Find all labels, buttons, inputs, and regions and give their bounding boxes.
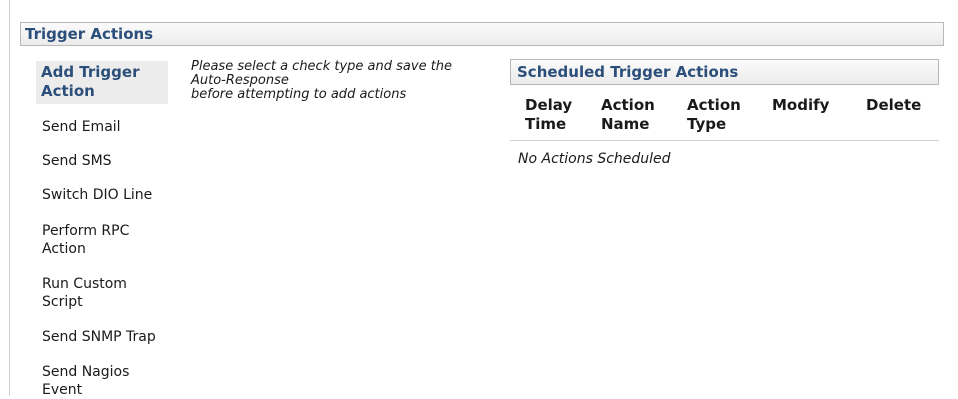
column-modify: Modify: [772, 96, 830, 114]
instruction-message: Please select a check type and save the …: [191, 60, 491, 102]
column-delay-time: Delay Time: [525, 96, 573, 133]
trigger-actions-header: Trigger Actions: [20, 22, 944, 46]
menu-item-send-snmp-trap[interactable]: Send SNMP Trap: [42, 328, 156, 346]
no-actions-message: No Actions Scheduled: [518, 151, 671, 167]
column-divider: [510, 140, 939, 141]
message-line-1: Please select a check type and save the: [191, 59, 453, 74]
add-trigger-header: Add Trigger Action: [36, 61, 168, 104]
scheduled-title: Scheduled Trigger Actions: [517, 63, 739, 81]
scheduled-actions-header: Scheduled Trigger Actions: [510, 59, 939, 85]
add-trigger-menu: Add Trigger Action: [36, 61, 168, 104]
message-line-2: Auto-Response: [191, 73, 289, 88]
menu-item-send-nagios-event[interactable]: Send Nagios Event: [42, 363, 152, 399]
column-delete: Delete: [866, 96, 922, 114]
menu-item-run-custom-script[interactable]: Run Custom Script: [42, 275, 152, 311]
column-action-type: Action Type: [687, 96, 741, 133]
menu-item-perform-rpc-action[interactable]: Perform RPC Action: [42, 222, 152, 258]
message-line-3: before attempting to add actions: [191, 87, 407, 102]
column-action-name: Action Name: [601, 96, 655, 133]
menu-item-send-email[interactable]: Send Email: [42, 118, 121, 136]
menu-item-send-sms[interactable]: Send SMS: [42, 152, 112, 170]
section-title: Trigger Actions: [25, 25, 154, 43]
menu-item-switch-dio-line[interactable]: Switch DIO Line: [42, 186, 152, 204]
